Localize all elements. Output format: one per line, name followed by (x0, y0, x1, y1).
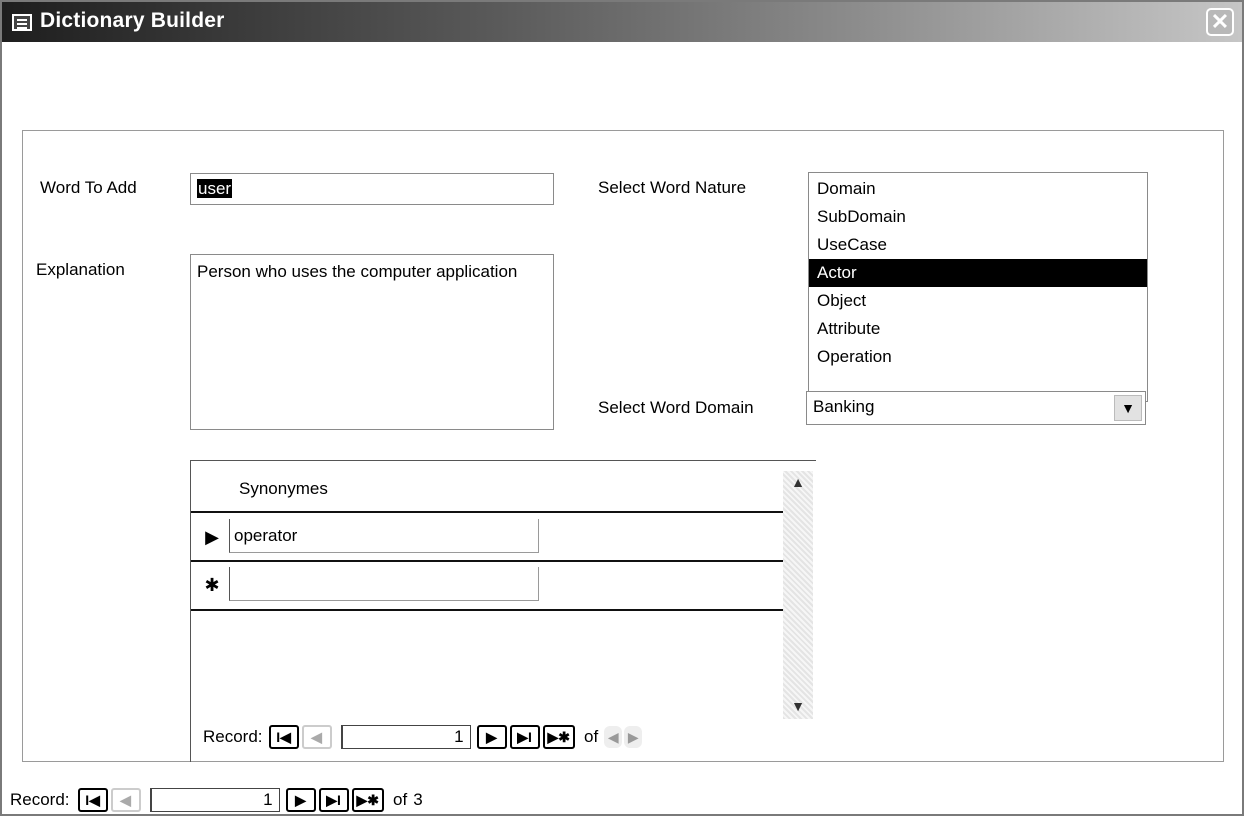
nature-option[interactable]: Domain (809, 175, 1147, 203)
scroll-down-icon[interactable]: ▼ (785, 695, 811, 719)
scroll-right-icon[interactable]: ▶ (624, 726, 643, 748)
current-record-field[interactable]: 1 (340, 725, 471, 749)
word-domain-value: Banking (813, 397, 875, 416)
nature-option[interactable]: Operation (809, 343, 1147, 371)
last-record-button[interactable]: ▶I (318, 788, 349, 812)
synonyms-column-header: Synonymes (239, 479, 328, 498)
new-synonym-cell[interactable] (229, 567, 539, 601)
next-record-button[interactable]: ▶ (476, 725, 507, 749)
row-divider (191, 560, 783, 562)
word-domain-combobox[interactable]: Banking ▼ (806, 391, 1146, 425)
chevron-down-icon[interactable]: ▼ (1114, 395, 1142, 421)
dictionary-builder-window: Dictionary Builder ✕ Word To Add user Ex… (0, 0, 1244, 816)
synonym-value: operator (234, 526, 298, 545)
word-nature-label: Select Word Nature (598, 178, 747, 197)
word-to-add-value: user (197, 179, 233, 198)
explanation-value: Person who uses the computer application (197, 262, 518, 281)
record-label: Record: (10, 790, 70, 809)
nature-option[interactable]: Object (809, 287, 1147, 315)
vertical-scrollbar[interactable]: ▲ ▼ (783, 471, 813, 719)
row-divider (191, 609, 783, 611)
main-record-navigator: Record: I◀ ◀ 1 ▶ ▶I ▶✱ of 3 (10, 788, 423, 812)
new-record-button[interactable]: ▶✱ (542, 725, 576, 749)
nature-option[interactable]: Attribute (809, 315, 1147, 343)
form-icon (12, 14, 32, 31)
current-record-field[interactable]: 1 (149, 788, 280, 812)
synonyms-subform: Synonymes ▶ operator ✱ ▲ ▼ Record: I◀ ◀ … (190, 460, 816, 762)
record-label: Record: (203, 727, 263, 746)
close-button[interactable]: ✕ (1206, 8, 1234, 36)
nature-option[interactable]: Actor (809, 259, 1147, 287)
new-record-button[interactable]: ▶✱ (351, 788, 385, 812)
record-of-label: of (393, 790, 408, 809)
last-record-button[interactable]: ▶I (509, 725, 540, 749)
next-record-button[interactable]: ▶ (285, 788, 316, 812)
current-record-indicator-icon[interactable]: ▶ (199, 517, 225, 557)
word-domain-label: Select Word Domain (598, 398, 754, 417)
scroll-up-icon[interactable]: ▲ (785, 471, 811, 495)
new-record-indicator-icon[interactable]: ✱ (199, 565, 225, 605)
explanation-textarea[interactable]: Person who uses the computer application (190, 254, 554, 430)
nature-option[interactable]: UseCase (809, 231, 1147, 259)
previous-record-button[interactable]: ◀ (301, 725, 332, 749)
subform-record-navigator: Record: I◀ ◀ 1 ▶ ▶I ▶✱ of ◀ ▶ (203, 725, 643, 749)
record-total: 3 (413, 790, 423, 809)
nature-option[interactable]: SubDomain (809, 203, 1147, 231)
title-bar[interactable]: Dictionary Builder ✕ (2, 2, 1242, 42)
word-to-add-label: Word To Add (40, 178, 137, 197)
previous-record-button[interactable]: ◀ (110, 788, 141, 812)
first-record-button[interactable]: I◀ (77, 788, 108, 812)
first-record-button[interactable]: I◀ (268, 725, 299, 749)
row-divider (191, 511, 783, 513)
scroll-left-icon[interactable]: ◀ (604, 726, 623, 748)
explanation-label: Explanation (36, 260, 125, 279)
record-of-label: of (584, 727, 599, 746)
word-nature-listbox[interactable]: Domain SubDomain UseCase Actor Object Attribu… (808, 172, 1148, 402)
synonym-cell[interactable]: operator (229, 519, 539, 553)
word-to-add-input[interactable]: user (190, 173, 554, 205)
window-title: Dictionary Builder (40, 9, 225, 32)
